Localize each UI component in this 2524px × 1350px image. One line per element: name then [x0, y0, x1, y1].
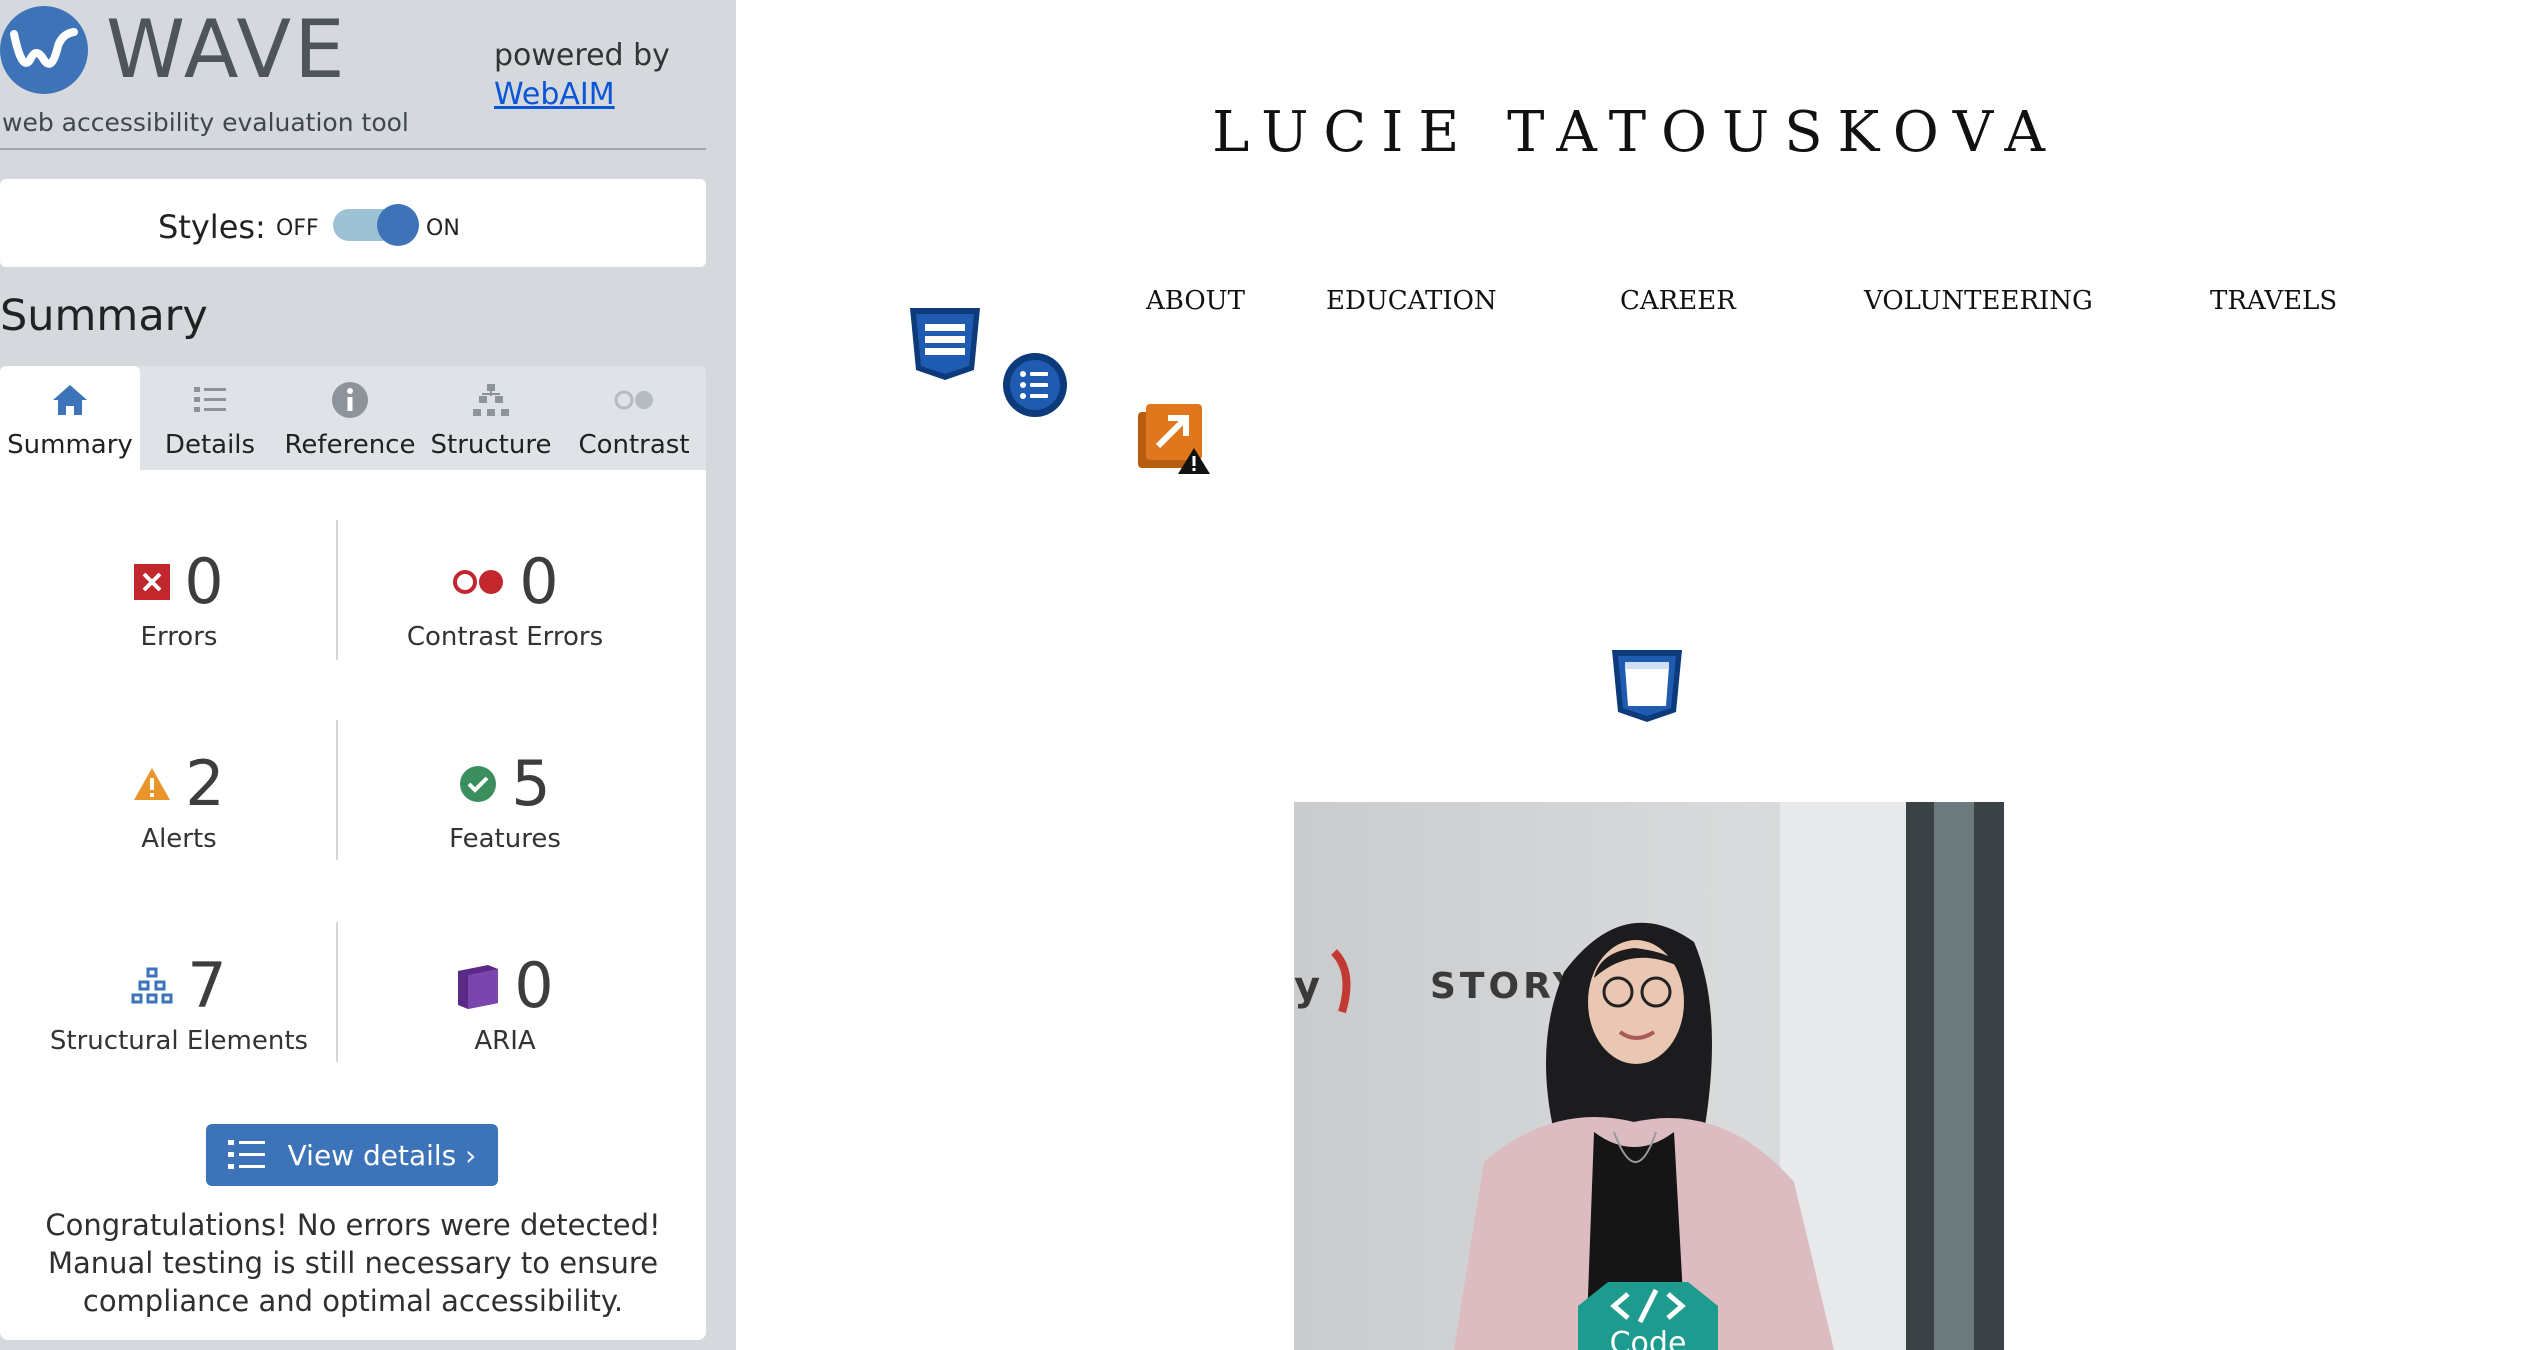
structural-label: Structural Elements	[49, 1026, 309, 1056]
contrast-error-icon	[453, 570, 504, 594]
wave-title: WAVE	[106, 3, 348, 96]
contrast-icon	[614, 390, 653, 410]
hierarchy-icon	[473, 384, 509, 416]
webaim-link[interactable]: WebAIM	[494, 77, 615, 112]
tab-structure[interactable]: Structure	[420, 366, 562, 470]
wave-tagline: web accessibility evaluation tool	[2, 108, 409, 137]
stat-alerts[interactable]: 2 Alerts	[14, 752, 344, 854]
redundant-link-alert-icon[interactable]	[1136, 400, 1212, 476]
styles-off-label: OFF	[276, 216, 319, 241]
list-icon	[227, 1140, 265, 1169]
errors-label: Errors	[140, 622, 218, 652]
view-details-label: View details ›	[287, 1138, 477, 1172]
alerts-label: Alerts	[141, 824, 217, 854]
home-icon	[53, 385, 87, 415]
powered-by-text: powered by	[494, 38, 670, 73]
wave-logo-icon	[0, 6, 88, 94]
info-icon	[332, 382, 368, 418]
sidebar-divider	[0, 148, 706, 150]
navigation-structure-icon[interactable]	[908, 306, 982, 382]
aria-icon	[458, 965, 499, 1009]
stat-structural-elements[interactable]: 7 Structural Elements	[14, 949, 344, 1057]
aria-count: 0	[514, 949, 554, 1022]
tab-details[interactable]: Details	[140, 366, 280, 470]
nav-link-volunteering[interactable]: VOLUNTEERING	[1864, 286, 2093, 316]
page-title: LUCIE TATOUSKOVA	[1212, 100, 2060, 165]
tab-label: Structure	[430, 430, 552, 460]
summary-heading: Summary	[0, 291, 208, 341]
styles-label: Styles:	[158, 208, 266, 246]
tab-label: Summary	[7, 430, 133, 460]
tab-contrast[interactable]: Contrast	[562, 366, 706, 470]
feature-check-icon	[460, 766, 497, 802]
features-count: 5	[511, 747, 551, 820]
list-icon	[194, 387, 226, 412]
structure-icon	[131, 967, 173, 1004]
features-label: Features	[449, 824, 561, 854]
view-details-button[interactable]: View details ›	[206, 1124, 498, 1186]
unordered-list-icon[interactable]	[1002, 352, 1068, 418]
structural-count: 7	[187, 949, 227, 1022]
nav-link-about[interactable]: ABOUT	[1146, 286, 1245, 316]
stat-features[interactable]: 5 Features	[340, 747, 670, 855]
nav-link-education[interactable]: EDUCATION	[1326, 286, 1497, 316]
stat-contrast-errors[interactable]: 0 Contrast Errors	[340, 545, 670, 653]
nav-link-career[interactable]: CAREER	[1620, 286, 1736, 316]
alerts-count: 2	[185, 747, 225, 820]
wave-tab-bar: Summary Details Reference Structure Cont…	[0, 366, 706, 470]
contrast-errors-label: Contrast Errors	[406, 622, 604, 652]
summary-panel: 0 Errors 0 Contrast Errors 2 Alerts 5 Fe…	[0, 470, 706, 1340]
errors-count: 0	[184, 545, 224, 618]
alert-icon	[134, 768, 171, 800]
tab-label: Reference	[284, 430, 416, 460]
tab-summary[interactable]: Summary	[0, 366, 140, 470]
stat-errors[interactable]: 0 Errors	[14, 550, 344, 652]
contrast-errors-count: 0	[519, 545, 559, 618]
styles-on-label: ON	[426, 216, 460, 241]
congratulations-message: Congratulations! No errors were detected…	[45, 1208, 661, 1318]
stat-aria[interactable]: 0 ARIA	[340, 954, 670, 1056]
header-region-icon[interactable]	[1610, 648, 1684, 724]
styles-toggle[interactable]	[333, 204, 419, 246]
svg-text:y: y	[1294, 964, 1320, 1010]
tab-reference[interactable]: Reference	[280, 366, 420, 470]
code-badge[interactable]: Code	[1578, 1282, 1718, 1350]
wave-sidebar: WAVE web accessibility evaluation tool p…	[0, 0, 736, 1350]
code-badge-label: Code	[1609, 1326, 1687, 1350]
profile-photo: y STORY	[1294, 802, 2004, 1350]
error-icon	[134, 564, 171, 600]
styles-card: Styles: OFF ON	[0, 179, 706, 267]
aria-label: ARIA	[474, 1026, 536, 1056]
profile-photo-image: y STORY	[1294, 802, 2004, 1350]
tab-label: Details	[164, 430, 256, 460]
nav-link-travels[interactable]: TRAVELS	[2210, 286, 2337, 316]
tab-label: Contrast	[578, 430, 690, 460]
styles-toggle-knob	[377, 204, 419, 246]
